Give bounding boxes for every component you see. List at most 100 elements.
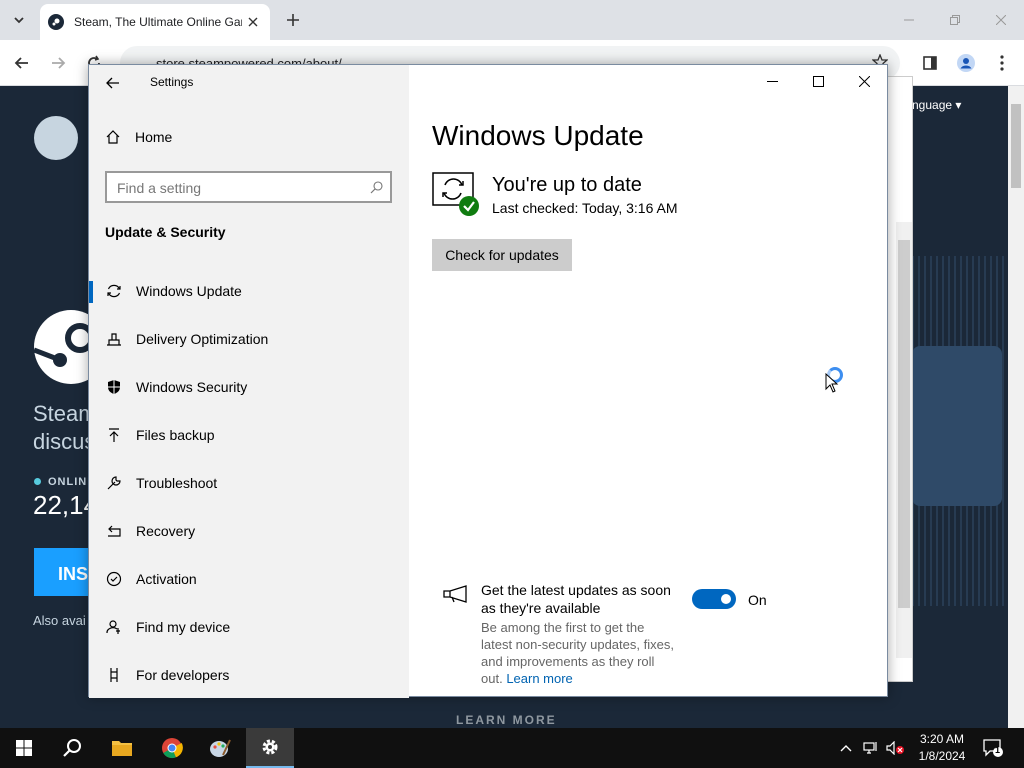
folder-icon [112, 741, 132, 756]
search-icon [63, 739, 81, 757]
section-title: Update & Security [105, 224, 226, 240]
paint-taskbar-button[interactable] [196, 728, 244, 768]
shield-icon [105, 378, 123, 396]
nav-item-activation[interactable]: Activation [89, 555, 409, 603]
search-icon [370, 181, 383, 194]
home-icon [106, 130, 120, 144]
nav-item-label: Windows Security [136, 379, 248, 395]
nav-item-label: Delivery Optimization [136, 331, 269, 347]
back-arrow-icon [106, 77, 119, 89]
language-dropdown[interactable]: nguage ▾ [912, 98, 961, 112]
nav-item-recovery[interactable]: Recovery [89, 507, 409, 555]
nav-item-for-developers[interactable]: For developers [89, 651, 409, 699]
settings-window-controls [749, 65, 887, 97]
browser-restore-button[interactable] [932, 0, 978, 40]
gear-icon [262, 739, 278, 755]
tab-close-icon[interactable] [244, 13, 262, 31]
minimize-button[interactable] [749, 65, 795, 97]
browser-menu-icon[interactable] [990, 51, 1014, 75]
page-title: Windows Update [432, 120, 644, 151]
maximize-button[interactable] [795, 65, 841, 97]
toggle-knob [721, 594, 731, 604]
steam-favicon-icon [48, 14, 64, 30]
background-dialog-scrollbar[interactable] [896, 222, 912, 658]
network-icon [863, 742, 877, 754]
plus-icon [287, 14, 299, 26]
install-steam-button[interactable]: INS [34, 548, 94, 596]
nav-item-label: Recovery [136, 523, 196, 539]
megaphone-icon [443, 585, 467, 603]
browser-tab-bar: Steam, The Ultimate Online Gar [0, 0, 1024, 40]
check-circle-icon [105, 570, 123, 588]
nav-item-troubleshoot[interactable]: Troubleshoot [89, 459, 409, 507]
back-button[interactable] [101, 73, 125, 93]
nav-item-label: Files backup [136, 427, 215, 443]
forward-arrow-icon[interactable] [46, 51, 70, 75]
background-dialog-scrollbar-thumb[interactable] [898, 240, 910, 608]
delivery-optimization-icon [105, 330, 123, 348]
online-label: ONLINE [34, 476, 96, 488]
volume-muted-icon [886, 741, 904, 755]
browser-scrollbar-thumb[interactable] [1011, 104, 1021, 188]
action-center-button[interactable]: 1 [980, 728, 1006, 768]
person-location-icon [105, 618, 123, 636]
show-hidden-icons-button[interactable] [836, 728, 856, 768]
clock-time: 3:20 AM [919, 732, 965, 746]
developer-icon [105, 666, 123, 684]
clock-date: 1/8/2024 [918, 749, 966, 763]
find-setting-search-box[interactable]: Find a setting [105, 171, 392, 203]
browser-tab-steam[interactable]: Steam, The Ultimate Online Gar [40, 4, 270, 40]
file-explorer-button[interactable] [98, 728, 146, 768]
windows-taskbar: 3:20 AM 1/8/2024 1 [0, 728, 1024, 768]
nav-item-windows-update[interactable]: Windows Update [89, 267, 409, 315]
promo-heading: Get the latest updates as soon as they'r… [481, 582, 671, 616]
close-button[interactable] [841, 65, 887, 97]
nav-item-delivery-optimization[interactable]: Delivery Optimization [89, 315, 409, 363]
learn-more-link[interactable]: Learn more [506, 671, 572, 686]
nav-item-label: For developers [136, 667, 230, 683]
tab-title: Steam, The Ultimate Online Gar [74, 15, 242, 29]
taskbar-clock[interactable]: 3:20 AM 1/8/2024 [912, 731, 972, 765]
browser-window-controls [886, 0, 1024, 40]
taskbar-search-button[interactable] [48, 728, 96, 768]
steam-hero-art-panel [912, 346, 1002, 506]
settings-nav-pane: Settings Home Find a setting Update & Se… [89, 65, 409, 698]
side-panel-icon[interactable] [918, 51, 942, 75]
network-tray-button[interactable] [860, 728, 882, 768]
sync-icon [105, 282, 123, 300]
home-link[interactable]: Home [105, 129, 172, 145]
chrome-taskbar-button[interactable] [148, 728, 196, 768]
settings-nav-list: Windows Update Delivery Optimization Win… [89, 267, 409, 699]
settings-taskbar-button[interactable] [246, 728, 294, 768]
online-dot-icon [34, 478, 41, 485]
new-tab-button[interactable] [282, 9, 304, 31]
nav-item-files-backup[interactable]: Files backup [89, 411, 409, 459]
last-checked-text: Last checked: Today, 3:16 AM [492, 200, 678, 216]
browser-minimize-button[interactable] [886, 0, 932, 40]
windows-logo-icon [16, 740, 32, 756]
browser-scrollbar[interactable] [1008, 86, 1024, 728]
also-available-text: Also avai [33, 613, 86, 628]
nav-item-windows-security[interactable]: Windows Security [89, 363, 409, 411]
tab-search-button[interactable] [6, 8, 32, 32]
check-for-updates-button[interactable]: Check for updates [432, 239, 572, 271]
home-label: Home [135, 129, 173, 145]
settings-window-title: Settings [150, 75, 194, 89]
nav-item-label: Activation [136, 571, 197, 587]
update-status-heading: You're up to date [492, 174, 642, 196]
chevron-down-icon [14, 17, 24, 24]
volume-tray-button[interactable] [884, 728, 906, 768]
browser-close-button[interactable] [978, 0, 1024, 40]
palette-icon [210, 739, 231, 757]
back-arrow-icon[interactable] [10, 51, 34, 75]
steam-logo-icon[interactable] [34, 116, 78, 160]
learn-more-link[interactable]: LEARN MORE [456, 713, 557, 727]
promo-description: Be among the first to get the latest non… [481, 619, 677, 687]
start-button[interactable] [0, 728, 48, 768]
settings-window: Settings Home Find a setting Update & Se… [88, 64, 888, 698]
mouse-cursor-icon [825, 373, 839, 393]
profile-avatar-icon[interactable] [954, 51, 978, 75]
wrench-icon [105, 474, 123, 492]
nav-item-find-my-device[interactable]: Find my device [89, 603, 409, 651]
latest-updates-toggle[interactable] [692, 589, 736, 609]
